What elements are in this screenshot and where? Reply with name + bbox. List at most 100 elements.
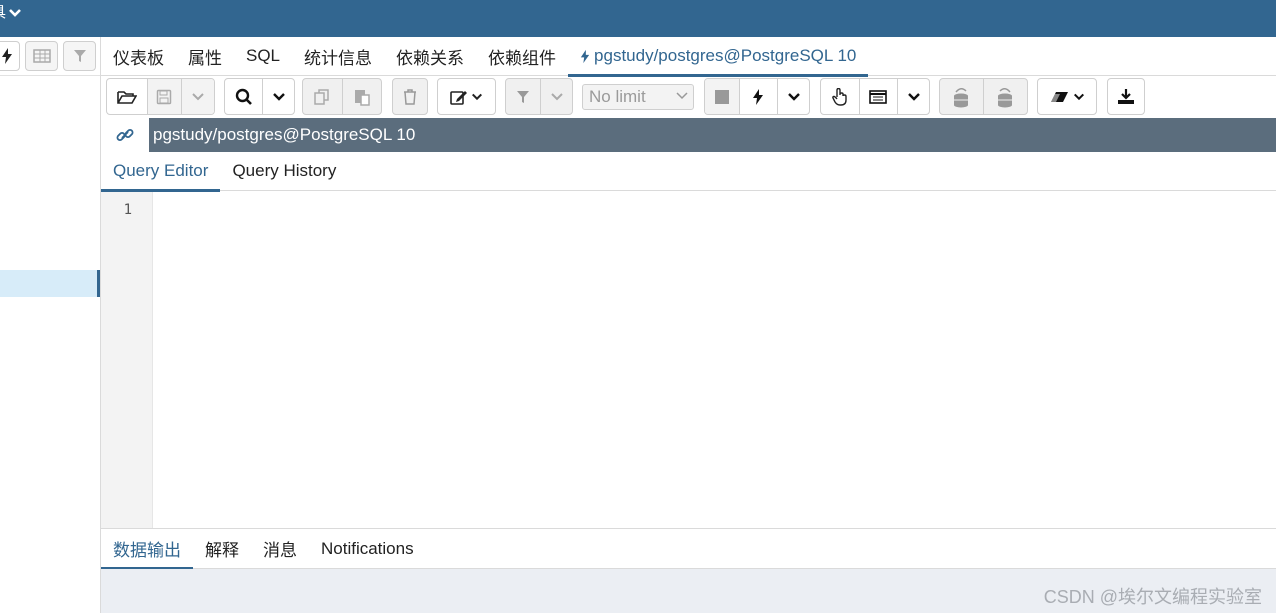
filter-icon <box>73 49 87 63</box>
results-tab-bar: 数据输出 解释 消息 Notifications <box>101 528 1276 570</box>
tab-dependencies[interactable]: 依赖关系 <box>384 37 476 76</box>
transaction-group <box>939 78 1028 115</box>
filter-button[interactable] <box>63 41 96 71</box>
find-group <box>224 78 295 115</box>
chevron-down-icon <box>471 91 483 103</box>
connection-bar: pgstudy/postgres@PostgreSQL 10 <box>101 118 1276 152</box>
tree-selected-item[interactable] <box>0 270 100 297</box>
tab-dashboard[interactable]: 仪表板 <box>101 37 176 76</box>
filter-dropdown-button[interactable] <box>541 79 572 114</box>
tab-notifications[interactable]: Notifications <box>309 529 426 569</box>
explain-analyze-button[interactable] <box>860 79 899 114</box>
tab-dependents[interactable]: 依赖组件 <box>476 37 568 76</box>
edit-icon <box>450 89 468 105</box>
tab-explain[interactable]: 解释 <box>193 529 251 569</box>
save-dropdown-button[interactable] <box>182 79 214 114</box>
editor-tab-bar: Query Editor Query History <box>101 152 1276 192</box>
explain-group <box>820 78 930 115</box>
link-icon <box>115 125 135 145</box>
chevron-down-icon <box>907 90 921 104</box>
view-data-button[interactable] <box>25 41 58 71</box>
file-group <box>106 78 215 115</box>
watermark: CSDN @埃尔文编程实验室 <box>1043 587 1262 607</box>
find-button[interactable] <box>225 79 264 114</box>
tab-label: 统计信息 <box>304 48 373 68</box>
query-tool-button[interactable] <box>0 41 20 71</box>
browser-panel <box>0 37 101 613</box>
tab-statistics[interactable]: 统计信息 <box>292 37 384 76</box>
chevron-down-icon <box>8 6 22 20</box>
download-button[interactable] <box>1108 79 1144 114</box>
trash-icon <box>403 88 417 105</box>
copy-button[interactable] <box>303 79 343 114</box>
clear-group <box>1037 78 1097 115</box>
tab-label: 数据输出 <box>113 541 181 560</box>
tools-menu[interactable]: 工具 <box>0 4 22 22</box>
download-group <box>1107 78 1145 115</box>
tab-query-editor[interactable]: Query Editor <box>101 152 221 192</box>
bolt-icon <box>1 48 13 64</box>
table-icon <box>32 49 51 63</box>
connection-status[interactable] <box>101 118 149 152</box>
filter-icon <box>516 90 530 104</box>
tab-query-history[interactable]: Query History <box>220 152 348 191</box>
edit-dropdown-button[interactable] <box>438 79 495 114</box>
rollback-button[interactable] <box>984 79 1028 114</box>
tab-label: Query Editor <box>113 161 209 180</box>
chevron-down-icon <box>675 89 689 103</box>
database-rollback-icon <box>994 86 1016 108</box>
explain-dropdown-button[interactable] <box>898 79 929 114</box>
save-button[interactable] <box>147 79 183 114</box>
line-number: 1 <box>123 202 132 218</box>
open-file-button[interactable] <box>107 79 148 114</box>
tab-label: 仪表板 <box>113 48 164 68</box>
sql-editor[interactable] <box>153 192 1276 528</box>
edit-group <box>437 78 496 115</box>
tab-sql[interactable]: SQL <box>234 37 292 76</box>
divider <box>0 75 100 76</box>
eraser-icon <box>1050 90 1070 104</box>
tab-label: 属性 <box>188 48 222 68</box>
bolt-icon <box>580 49 590 64</box>
tools-menu-label: 工具 <box>0 4 6 22</box>
tab-properties[interactable]: 属性 <box>176 37 234 76</box>
tab-label: 消息 <box>263 541 297 560</box>
connection-title[interactable]: pgstudy/postgres@PostgreSQL 10 <box>149 118 1276 152</box>
explain-button[interactable] <box>821 79 860 114</box>
delete-group <box>392 78 428 115</box>
browser-toolbar <box>0 41 101 73</box>
chevron-down-icon <box>272 90 286 104</box>
top-menu-bar: 工具 <box>0 0 1276 37</box>
stop-icon <box>714 89 729 104</box>
chevron-down-icon <box>550 90 564 104</box>
line-number-gutter: 1 <box>101 192 153 528</box>
tab-label: SQL <box>246 46 281 65</box>
chevron-down-icon <box>787 90 801 104</box>
commit-button[interactable] <box>940 79 984 114</box>
clipboard-group <box>302 78 382 115</box>
cancel-query-button[interactable] <box>705 79 740 114</box>
query-toolbar: No limit <box>101 76 1276 118</box>
tab-label: Notifications <box>321 538 414 558</box>
tab-label: 解释 <box>205 541 239 560</box>
bolt-icon <box>752 88 764 105</box>
execute-button[interactable] <box>740 79 779 114</box>
clear-dropdown-button[interactable] <box>1038 79 1096 114</box>
row-limit-value: No limit <box>589 87 646 106</box>
row-limit-select[interactable]: No limit <box>582 84 694 110</box>
chevron-down-icon <box>1073 91 1085 103</box>
hand-pointer-icon <box>831 87 848 106</box>
delete-button[interactable] <box>393 79 427 114</box>
paste-button[interactable] <box>343 79 382 114</box>
execute-dropdown-button[interactable] <box>778 79 809 114</box>
paste-icon <box>353 88 371 106</box>
filter-button[interactable] <box>506 79 542 114</box>
copy-icon <box>313 88 331 106</box>
tab-data-output[interactable]: 数据输出 <box>101 529 193 570</box>
tab-query-tool[interactable]: pgstudy/postgres@PostgreSQL 10 <box>568 37 869 77</box>
find-dropdown-button[interactable] <box>263 79 294 114</box>
folder-open-icon <box>117 89 137 105</box>
search-icon <box>235 88 253 106</box>
save-icon <box>156 89 172 105</box>
tab-messages[interactable]: 消息 <box>251 529 309 569</box>
